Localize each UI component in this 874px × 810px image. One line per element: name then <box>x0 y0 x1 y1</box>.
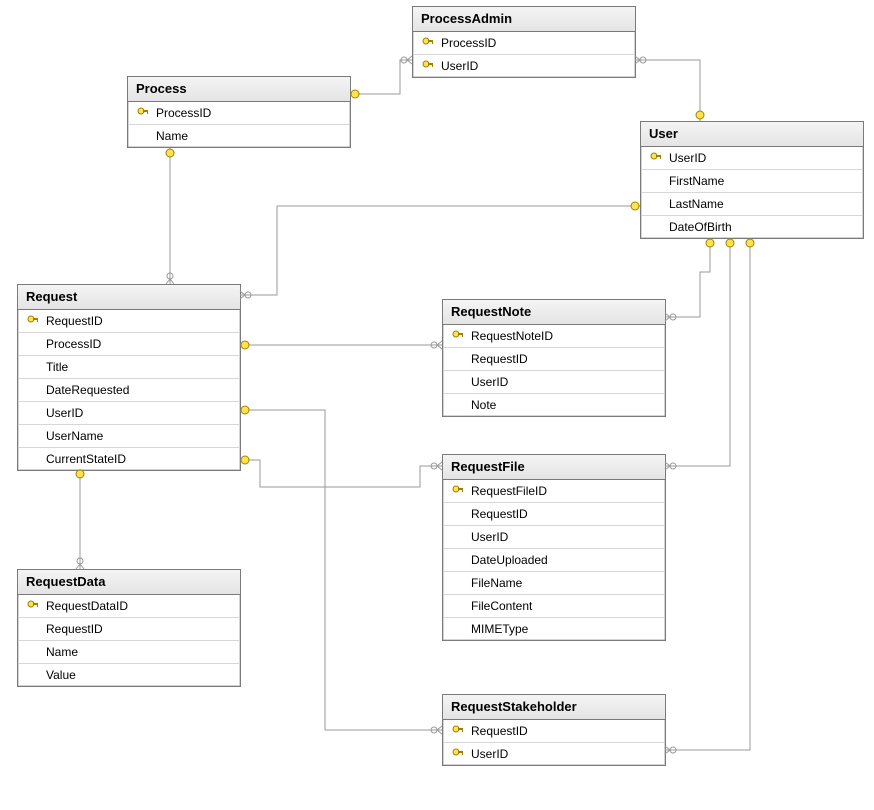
column-name: RequestID <box>42 622 103 636</box>
column-name: UserName <box>42 429 103 443</box>
column-name: Value <box>42 668 76 682</box>
entity-request[interactable]: Request RequestID ProcessID Title DateRe… <box>17 284 241 471</box>
entity-header: ProcessAdmin <box>413 7 635 32</box>
column-row: RequestID <box>18 618 240 641</box>
primary-key-icon <box>27 315 39 327</box>
column-name: RequestDataID <box>42 599 128 613</box>
column-name: Name <box>42 645 78 659</box>
column-name: DateUploaded <box>467 553 548 567</box>
column-row: UserID <box>443 743 665 765</box>
column-row: FirstName <box>641 170 863 193</box>
entity-header: RequestNote <box>443 300 665 325</box>
column-name: RequestFileID <box>467 484 547 498</box>
column-name: MIMEType <box>467 622 528 636</box>
column-row: RequestID <box>18 310 240 333</box>
column-row: RequestID <box>443 720 665 743</box>
column-row: FileContent <box>443 595 665 618</box>
column-row: ProcessID <box>128 102 350 125</box>
column-row: RequestID <box>443 348 665 371</box>
primary-key-icon <box>650 152 662 164</box>
column-name: ProcessID <box>42 337 101 351</box>
entity-header: Process <box>128 77 350 102</box>
primary-key-icon <box>27 600 39 612</box>
column-row: Value <box>18 664 240 686</box>
column-name: RequestID <box>467 507 528 521</box>
primary-key-icon <box>422 60 434 72</box>
column-name: LastName <box>665 197 724 211</box>
primary-key-icon <box>137 107 149 119</box>
column-name: UserID <box>665 151 706 165</box>
column-row: UserID <box>641 147 863 170</box>
column-row: DateOfBirth <box>641 216 863 238</box>
column-row: RequestDataID <box>18 595 240 618</box>
column-name: DateOfBirth <box>665 220 732 234</box>
column-row: UserName <box>18 425 240 448</box>
entity-header: RequestStakeholder <box>443 695 665 720</box>
entity-user[interactable]: User UserID FirstName LastName DateOfBir… <box>640 121 864 239</box>
column-row: UserID <box>18 402 240 425</box>
column-row: CurrentStateID <box>18 448 240 470</box>
column-name: Title <box>42 360 68 374</box>
column-name: Note <box>467 398 496 412</box>
column-name: ProcessID <box>152 106 211 120</box>
column-name: FirstName <box>665 174 724 188</box>
column-row: Title <box>18 356 240 379</box>
entity-requestdata[interactable]: RequestData RequestDataID RequestID Name… <box>17 569 241 687</box>
column-name: UserID <box>467 530 508 544</box>
primary-key-icon <box>452 748 464 760</box>
entity-processadmin[interactable]: ProcessAdmin ProcessID UserID <box>412 6 636 78</box>
column-name: FileName <box>467 576 522 590</box>
column-row: FileName <box>443 572 665 595</box>
column-name: RequestID <box>467 352 528 366</box>
column-name: ProcessID <box>437 36 496 50</box>
primary-key-icon <box>452 725 464 737</box>
column-name: FileContent <box>467 599 532 613</box>
column-name: RequestID <box>467 724 528 738</box>
column-row: UserID <box>443 371 665 394</box>
entity-header: RequestFile <box>443 455 665 480</box>
column-row: LastName <box>641 193 863 216</box>
column-row: Name <box>18 641 240 664</box>
column-name: RequestID <box>42 314 103 328</box>
column-name: CurrentStateID <box>42 452 126 466</box>
primary-key-icon <box>452 485 464 497</box>
column-name: UserID <box>42 406 83 420</box>
column-row: RequestNoteID <box>443 325 665 348</box>
primary-key-icon <box>452 330 464 342</box>
column-name: RequestNoteID <box>467 329 553 343</box>
column-row: Name <box>128 125 350 147</box>
entity-requeststakeholder[interactable]: RequestStakeholder RequestID UserID <box>442 694 666 766</box>
column-name: DateRequested <box>42 383 129 397</box>
column-row: UserID <box>413 55 635 77</box>
column-row: DateUploaded <box>443 549 665 572</box>
entity-requestnote[interactable]: RequestNote RequestNoteID RequestID User… <box>442 299 666 417</box>
column-row: UserID <box>443 526 665 549</box>
entity-requestfile[interactable]: RequestFile RequestFileID RequestID User… <box>442 454 666 641</box>
column-row: Note <box>443 394 665 416</box>
primary-key-icon <box>422 37 434 49</box>
column-name: UserID <box>437 59 478 73</box>
column-name: UserID <box>467 747 508 761</box>
column-row: RequestFileID <box>443 480 665 503</box>
column-row: ProcessID <box>413 32 635 55</box>
column-name: Name <box>152 129 188 143</box>
column-row: ProcessID <box>18 333 240 356</box>
column-row: RequestID <box>443 503 665 526</box>
entity-header: User <box>641 122 863 147</box>
er-diagram: ProcessAdmin ProcessID UserID Process Pr… <box>0 0 874 810</box>
column-row: MIMEType <box>443 618 665 640</box>
entity-header: Request <box>18 285 240 310</box>
entity-header: RequestData <box>18 570 240 595</box>
column-name: UserID <box>467 375 508 389</box>
entity-process[interactable]: Process ProcessID Name <box>127 76 351 148</box>
column-row: DateRequested <box>18 379 240 402</box>
